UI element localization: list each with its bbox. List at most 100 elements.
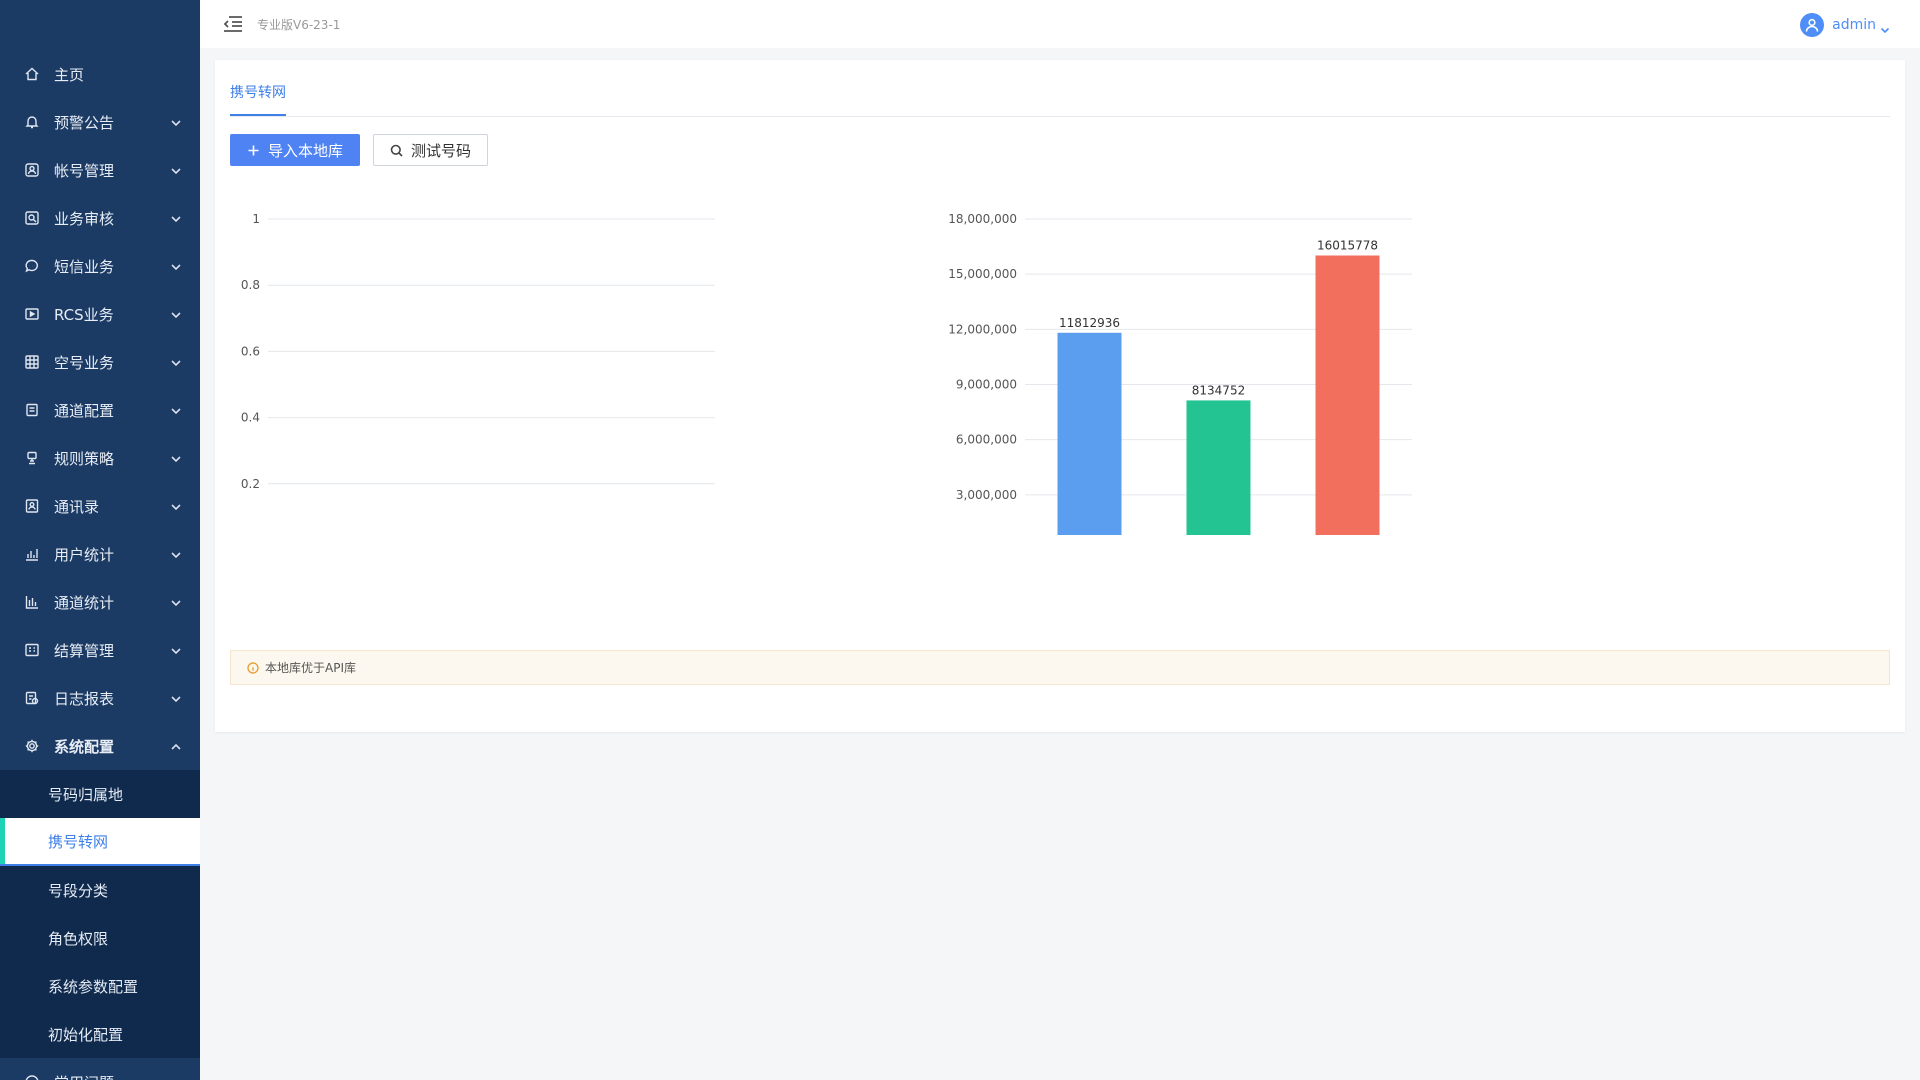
y-tick-label: 0.6 xyxy=(241,344,260,358)
chevron-down-icon xyxy=(170,355,182,367)
chevron-down-icon xyxy=(170,691,182,703)
sidebar-item-accounts[interactable]: 帐号管理 xyxy=(0,146,200,194)
message-icon xyxy=(24,258,40,274)
sidebar-item-label: 短信业务 xyxy=(54,257,115,276)
sidebar-item-system-config[interactable]: 系统配置 xyxy=(0,722,200,770)
sidebar-item-logs[interactable]: 日志报表 xyxy=(0,674,200,722)
sidebar-item-label: 预警公告 xyxy=(54,113,115,132)
sidebar-subitem-system-params[interactable]: 系统参数配置 xyxy=(0,962,200,1010)
sidebar-item-rcs[interactable]: RCS业务 xyxy=(0,290,200,338)
local-library-chart: 00.20.40.60.810移动0联通0电信本地库 xyxy=(241,212,715,535)
y-tick-label: 12,000,000 xyxy=(948,322,1017,336)
top-header: 专业版V6-23-1 admin xyxy=(200,0,1920,48)
sidebar-item-label: 结算管理 xyxy=(54,641,115,660)
y-tick-label: 3,000,000 xyxy=(956,488,1017,502)
bar-icon xyxy=(24,594,40,610)
sidebar-item-label: RCS业务 xyxy=(54,305,114,324)
chevron-down-icon xyxy=(170,115,182,127)
data-label: 0 xyxy=(488,533,496,535)
tab-number-portability[interactable]: 携号转网 xyxy=(230,82,286,116)
stats-icon xyxy=(24,546,40,562)
chevron-up-icon xyxy=(170,739,182,751)
sidebar-item-label: 空号业务 xyxy=(54,353,115,372)
sidebar-subitem-number-location[interactable]: 号码归属地 xyxy=(0,770,200,818)
system-config-submenu: 号码归属地 携号转网 号段分类 角色权限 系统参数配置 初始化配置 xyxy=(0,770,200,1058)
home-icon xyxy=(24,66,40,82)
plus-icon xyxy=(247,144,260,157)
y-tick-label: 18,000,000 xyxy=(948,212,1017,226)
tab-bar: 携号转网 xyxy=(230,60,1890,117)
sidebar-item-label: 通讯录 xyxy=(54,497,100,516)
sidebar-subitem-number-portability[interactable]: 携号转网 xyxy=(0,818,200,866)
chevron-down-icon xyxy=(170,451,182,463)
sidebar-item-alerts[interactable]: 预警公告 xyxy=(0,98,200,146)
bell-icon xyxy=(24,114,40,130)
chevron-down-icon xyxy=(170,163,182,175)
chevron-down-icon xyxy=(170,211,182,223)
log-icon xyxy=(24,690,40,706)
username: admin xyxy=(1832,17,1876,33)
user-menu[interactable]: admin xyxy=(1800,13,1890,37)
sidebar-item-sms[interactable]: 短信业务 xyxy=(0,242,200,290)
chevron-down-icon xyxy=(1880,20,1890,34)
sidebar-menu: 主页 预警公告 帐号管理 业务审核 短信业务 RCS业务 空号业务 通道配置 规… xyxy=(0,50,200,1080)
help-icon xyxy=(24,1074,40,1080)
test-number-button[interactable]: 测试号码 xyxy=(373,134,488,166)
sidebar-item-rules[interactable]: 规则策略 xyxy=(0,434,200,482)
rule-icon xyxy=(24,450,40,466)
sidebar-item-settlement[interactable]: 结算管理 xyxy=(0,626,200,674)
import-local-label: 导入本地库 xyxy=(267,141,343,160)
notice-bar: 本地库优于API库 xyxy=(230,650,1890,685)
sidebar-subitem-init-config[interactable]: 初始化配置 xyxy=(0,1010,200,1058)
settle-icon xyxy=(24,642,40,658)
channel-icon xyxy=(24,402,40,418)
gear-icon xyxy=(24,738,40,754)
main-card: 携号转网 导入本地库 测试号码 00.20.40.60.810移动0联通0电信本… xyxy=(215,60,1905,732)
sidebar-item-audit[interactable]: 业务审核 xyxy=(0,194,200,242)
sidebar-item-contacts[interactable]: 通讯录 xyxy=(0,482,200,530)
data-label: 8134752 xyxy=(1192,383,1245,397)
chevron-down-icon xyxy=(170,403,182,415)
chevron-down-icon xyxy=(170,259,182,271)
data-label: 0 xyxy=(339,533,347,535)
bar xyxy=(1186,400,1251,535)
y-tick-label: 0.2 xyxy=(241,477,260,491)
sidebar-item-label: 主页 xyxy=(54,65,85,84)
data-label: 11812936 xyxy=(1059,316,1120,330)
audit-icon xyxy=(24,210,40,226)
sidebar-item-faq[interactable]: 常用问题 xyxy=(0,1058,200,1080)
y-tick-label: 15,000,000 xyxy=(948,267,1017,281)
sidebar-item-channel-config[interactable]: 通道配置 xyxy=(0,386,200,434)
contacts-icon xyxy=(24,498,40,514)
bar xyxy=(1315,255,1380,535)
chevron-down-icon xyxy=(170,1075,182,1080)
test-number-label: 测试号码 xyxy=(410,141,471,160)
video-icon xyxy=(24,306,40,322)
sidebar-item-label: 常用问题 xyxy=(54,1072,114,1080)
sidebar-subitem-role-permission[interactable]: 角色权限 xyxy=(0,914,200,962)
chevron-down-icon xyxy=(170,307,182,319)
y-tick-label: 0.8 xyxy=(241,278,260,292)
sidebar-item-label: 通道统计 xyxy=(54,593,115,612)
import-local-button[interactable]: 导入本地库 xyxy=(230,134,360,166)
sidebar-item-label: 日志报表 xyxy=(54,689,115,708)
avatar xyxy=(1800,13,1825,37)
notice-text: 本地库优于API库 xyxy=(265,661,356,675)
bar xyxy=(1057,332,1122,535)
sidebar-item-label: 规则策略 xyxy=(54,449,115,468)
chevron-down-icon xyxy=(170,643,182,655)
menu-collapse-icon[interactable] xyxy=(222,14,244,34)
data-label: 16015778 xyxy=(1317,238,1378,252)
y-tick-label: 6,000,000 xyxy=(956,433,1017,447)
y-tick-label: 1 xyxy=(252,212,260,226)
sidebar-item-empty-number[interactable]: 空号业务 xyxy=(0,338,200,386)
sidebar-item-home[interactable]: 主页 xyxy=(0,50,200,98)
sidebar-item-channel-stats[interactable]: 通道统计 xyxy=(0,578,200,626)
account-icon xyxy=(24,162,40,178)
sidebar-subitem-number-segment[interactable]: 号段分类 xyxy=(0,866,200,914)
sidebar-item-label: 通道配置 xyxy=(54,401,115,420)
y-tick-label: 0.4 xyxy=(241,411,260,425)
search-icon xyxy=(390,144,403,157)
sidebar-item-user-stats[interactable]: 用户统计 xyxy=(0,530,200,578)
version-label: 专业版V6-23-1 xyxy=(257,18,341,32)
